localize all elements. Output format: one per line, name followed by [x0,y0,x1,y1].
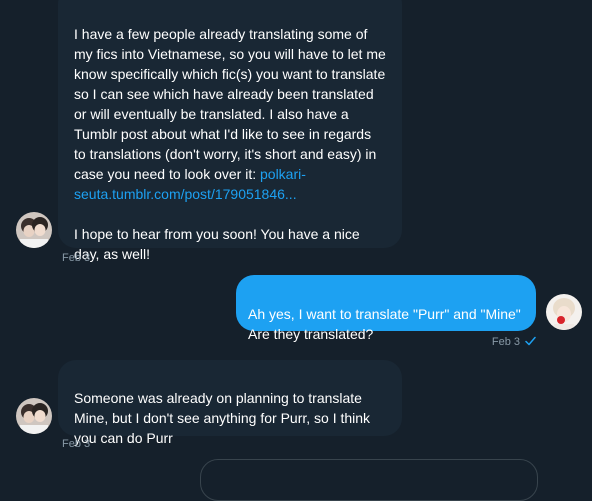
sender-avatar[interactable] [16,398,52,434]
message-timestamp: Feb 3 [491,336,520,348]
message-text: Ah yes, I want to translate "Purr" and "… [248,306,524,342]
message-text: Someone was already on planning to trans… [74,390,374,446]
incoming-message-bubble: Someone was already on planning to trans… [58,360,402,446]
incoming-message-bubble: I have a few people already translating … [58,0,402,262]
message-text-closing: I hope to hear from you soon! You have a… [74,226,364,262]
partial-message-card [200,459,538,501]
sender-avatar[interactable] [16,212,52,248]
outgoing-message-bubble: Ah yes, I want to translate "Purr" and "… [236,275,536,342]
message-text: I have a few people already translating … [74,26,390,182]
user-avatar[interactable] [546,294,582,330]
read-check-icon [525,336,536,346]
message-timestamp: Feb 3 [62,252,91,264]
message-meta: Feb 3 [492,335,536,349]
message-timestamp: Feb 3 [62,438,91,450]
